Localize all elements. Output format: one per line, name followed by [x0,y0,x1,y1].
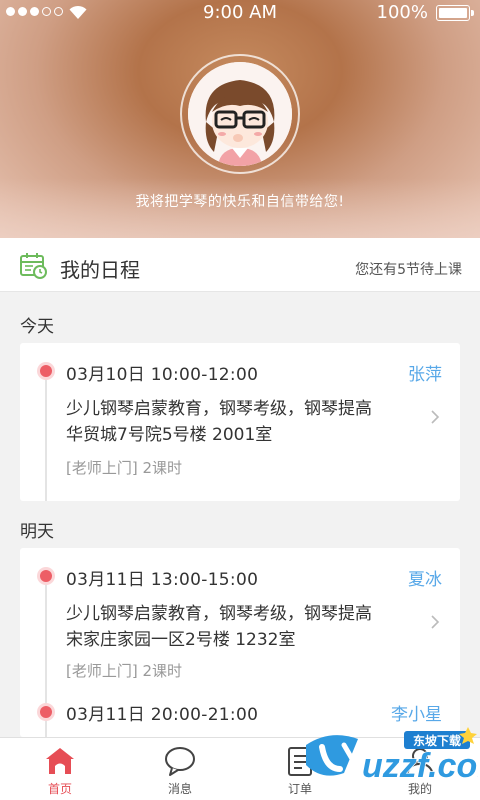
tab-home[interactable]: 首页 [0,738,120,800]
pending-lessons-count: 您还有5节待上课 [355,262,462,278]
teacher-name[interactable]: 夏冰 [408,565,442,590]
teacher-name[interactable]: 李小星 [391,700,442,725]
status-bar: 9:00 AM 100% [0,0,480,26]
uzzf-watermark-logo: 东坡下载 uzzf.com [306,727,478,786]
timeline-dot [40,570,52,582]
lesson-meta: [老师上门] 2课时 [66,662,183,680]
lesson-meta: [老师上门] 2课时 [66,459,183,477]
timeline-dot [40,365,52,377]
message-icon [165,747,195,776]
chevron-right-icon[interactable] [428,615,442,629]
course-name: 少儿钢琴启蒙教育，钢琴考级，钢琴提高 [66,399,372,419]
tab-messages[interactable]: 消息 [120,738,240,800]
avatar-girl-icon [188,62,292,166]
lesson-time: 03月11日 13:00-15:00 [66,570,259,590]
teacher-name[interactable]: 张萍 [408,360,442,385]
battery-percent: 100% [376,2,428,23]
schedule-title: 我的日程 [60,258,140,282]
svg-text:东坡下载: 东坡下载 [413,733,461,748]
avatar[interactable] [180,54,300,174]
course-name: 少儿钢琴启蒙教育，钢琴考级，钢琴提高 [66,604,372,624]
schedule-header[interactable]: 我的日程 您还有5节待上课 [0,238,480,292]
tab-label: 首页 [47,782,72,796]
lesson-card[interactable]: 03月10日 10:00-12:00 张萍 少儿钢琴启蒙教育，钢琴考级，钢琴提高… [20,343,460,501]
day-label-tomorrow: 明天 [20,522,54,542]
lesson-time: 03月11日 20:00-21:00 [66,705,259,725]
profile-header: 9:00 AM 100% 我将把学琴的快乐和自信带给您! [0,0,480,238]
lesson-time: 03月10日 10:00-12:00 [66,365,259,385]
timeline-dot [40,706,52,718]
lesson-address: 宋家庄家园一区2号楼 1232室 [66,630,296,650]
tab-label: 消息 [167,782,192,796]
lesson-address: 华贸城7号院5号楼 2001室 [66,425,273,445]
day-label-today: 今天 [20,317,54,337]
battery-icon [436,5,474,21]
tagline: 我将把学琴的快乐和自信带给您! [135,194,345,210]
svg-text:uzzf.com: uzzf.com [362,747,478,785]
home-icon [46,748,74,774]
timeline-line [45,373,47,501]
chevron-right-icon[interactable] [428,410,442,424]
lesson-card[interactable]: 03月11日 13:00-15:00 夏冰 少儿钢琴启蒙教育，钢琴考级，钢琴提高… [20,548,460,737]
calendar-icon [20,253,47,279]
